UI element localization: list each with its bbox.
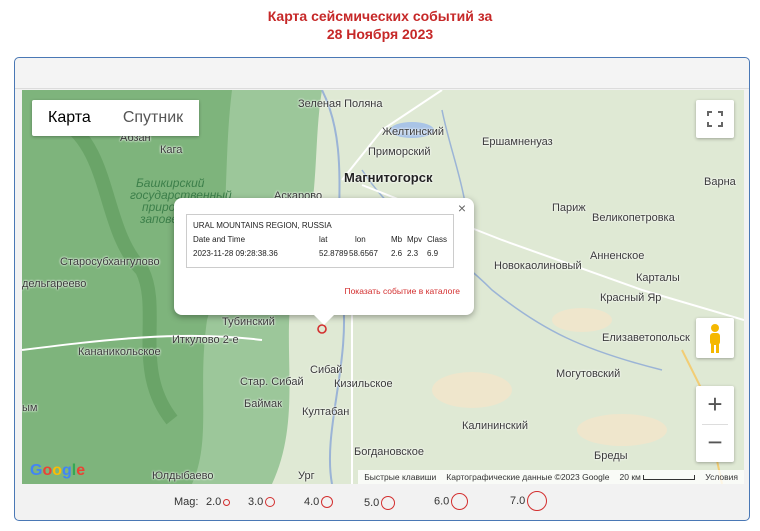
event-details-table: URAL MOUNTAINS REGION, RUSSIA Date and T… [186,214,454,268]
place-label: Приморский [368,146,431,158]
place-label: Кизильское [334,378,393,390]
value-mpv: 2.3 [407,249,419,258]
map-type-satellite-button[interactable]: Спутник [106,100,200,136]
value-mb: 2.6 [391,249,403,258]
place-label: Ург [298,470,315,482]
google-logo[interactable]: Google [30,462,85,480]
place-label: Карталы [636,272,680,284]
legend-item: 3.0 [248,496,276,508]
place-label: Кага [160,144,183,156]
value-lon: 58.6567 [349,249,378,258]
place-label: Кананикольское [78,346,161,358]
zoom-control: + − [696,386,734,462]
header-mpv: Mpv [407,235,423,244]
street-view-button[interactable] [696,318,734,358]
value-lat: 52.8789 [319,249,348,258]
place-label: Париж [552,202,586,214]
panel-header [15,58,749,89]
zoom-out-button[interactable]: − [696,424,734,462]
place-label: Иткулово 2-е [172,334,239,346]
place-label: Новокаолиновый [494,260,582,272]
place-label: Варна [704,176,736,188]
place-label: Елизаветопольск [602,332,690,344]
zoom-in-button[interactable]: + [696,386,734,424]
place-label: Юлдыбаево [152,470,214,482]
place-label: Тубинский [222,316,275,328]
value-class: 6.9 [427,249,439,258]
map-type-map-button[interactable]: Карта [32,100,107,136]
place-label: Великопетровка [592,212,675,224]
header-mb: Mb [391,235,403,244]
map-canvas[interactable]: Зеленая Поляна Желтинский Приморский Ерш… [22,90,744,484]
page-title: Карта сейсмических событий за [267,8,493,24]
place-label: Стар. Сибай [240,376,304,388]
map-attribution-bar: Быстрые клавиши Картографические данные … [358,470,744,484]
terms-link[interactable]: Условия [705,472,738,482]
place-label: Бреды [594,450,628,462]
place-label: Желтинский [382,126,445,138]
pegman-icon [710,324,720,353]
header-datetime: Date and Time [193,235,246,244]
legend-label: Mag: [174,496,199,508]
map-data-credit[interactable]: Картографические данные ©2023 Google [446,472,609,482]
value-datetime: 2023-11-28 09:28:38.36 [193,249,278,258]
place-label: Зеленая Поляна [298,98,383,110]
place-label: Богдановское [354,446,424,458]
magnitude-legend: Mag: 2.0 3.0 4.0 5.0 6.0 7.0 [0,490,760,518]
event-info-popup: × URAL MOUNTAINS REGION, RUSSIA Date and… [174,198,474,325]
scale-bar[interactable]: 20 км [620,472,696,482]
map-type-control: Карта Спутник [32,100,200,136]
legend-item: 2.0 [206,496,231,508]
legend-item: 4.0 [304,496,334,509]
keyboard-shortcuts-link[interactable]: Быстрые клавиши [364,472,436,482]
header-lon: lon [355,235,366,244]
legend-item: 5.0 [364,496,396,510]
place-label: Ершамненуаз [482,136,553,148]
place-label: Анненское [590,250,645,262]
fullscreen-button[interactable] [696,100,734,138]
legend-item: 6.0 [434,493,469,510]
place-label-city: Магнитогорск [344,170,433,185]
header-class: Class [427,235,448,244]
place-label: Култабан [302,406,350,418]
fullscreen-icon [707,111,723,127]
event-region: URAL MOUNTAINS REGION, RUSSIA [193,221,332,230]
place-label: дельгареево [22,278,87,290]
show-in-catalog-link[interactable]: Показать событие в каталоге [344,286,460,296]
place-label: Могутовский [556,368,621,380]
place-label: Сибай [310,364,343,376]
close-icon[interactable]: × [458,200,466,216]
header-lat: lat [319,235,328,244]
place-label: Старосубхангулово [60,256,160,268]
legend-item: 7.0 [510,491,548,511]
page-subtitle-date: 28 Ноября 2023 [326,26,434,42]
place-label: ым [22,402,38,414]
place-label: Красный Яр [600,292,662,304]
place-label: Калининский [462,420,528,432]
place-label: Баймак [244,398,282,410]
